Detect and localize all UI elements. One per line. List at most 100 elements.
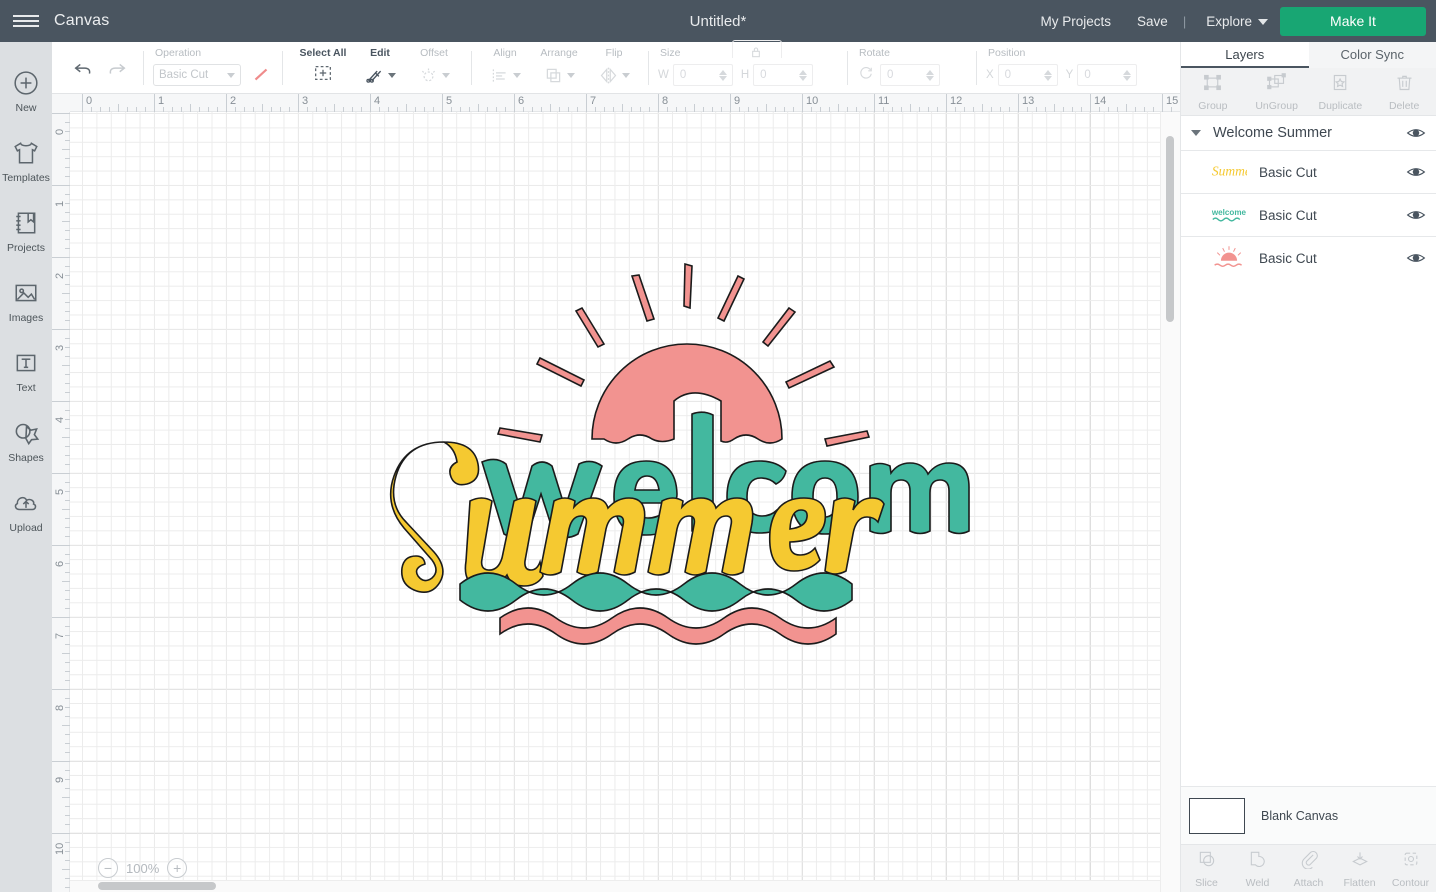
ruler-minor-tick (65, 122, 70, 123)
scissors-pencil-icon[interactable] (360, 65, 400, 86)
ruler-tick-label: 0 (86, 95, 93, 107)
bookmark-book-icon (11, 208, 41, 238)
marquee-plus-icon[interactable] (312, 62, 334, 89)
horizontal-scrollbar-thumb[interactable] (98, 882, 216, 890)
hamburger-icon[interactable] (0, 0, 52, 42)
ruler-minor-tick (622, 104, 623, 112)
eye-icon[interactable] (1406, 248, 1426, 268)
rotate-icon[interactable] (857, 64, 875, 87)
ruler-minor-tick (62, 149, 70, 150)
ruler-minor-tick (65, 419, 70, 420)
canvas-color-swatch[interactable] (1189, 797, 1245, 834)
blank-canvas-row[interactable]: Blank Canvas (1181, 786, 1436, 844)
align-label: Align (493, 47, 517, 59)
x-stepper[interactable] (1043, 69, 1052, 81)
blank-canvas-label: Blank Canvas (1261, 808, 1339, 823)
width-stepper[interactable] (718, 69, 727, 81)
ruler-minor-tick (811, 107, 812, 112)
ruler-minor-tick (65, 158, 70, 159)
rail-item-images[interactable]: Images (0, 266, 52, 336)
y-stepper[interactable] (1123, 69, 1132, 81)
duplicate-button[interactable]: Duplicate (1309, 68, 1373, 115)
ruler-major-tick (154, 94, 155, 112)
layer-name: Basic Cut (1259, 250, 1317, 266)
eye-icon[interactable] (1406, 123, 1426, 143)
artwork-welcome-summer[interactable] (352, 254, 972, 654)
table-row[interactable]: Basic Cut (1181, 236, 1436, 279)
delete-button[interactable]: Delete (1372, 68, 1436, 115)
rail-item-projects[interactable]: Projects (0, 196, 52, 266)
upload-cloud-icon (11, 488, 41, 518)
ruler-minor-tick (568, 107, 569, 112)
eye-icon[interactable] (1406, 162, 1426, 182)
ruler-tick-label: 13 (1022, 95, 1035, 107)
rail-item-upload[interactable]: Upload (0, 476, 52, 546)
arrange-group: Arrange (529, 42, 589, 89)
layer-group-header[interactable]: Welcome Summer (1181, 116, 1436, 150)
weld-button[interactable]: Weld (1232, 845, 1283, 892)
position-group: Position X 0 Y 0 (986, 42, 1166, 89)
flip-horizontal-icon[interactable] (594, 65, 634, 86)
ruler-minor-tick (65, 266, 70, 267)
vertical-scrollbar-track[interactable] (1160, 112, 1180, 892)
ruler-minor-tick (65, 455, 70, 456)
ruler-minor-tick (127, 107, 128, 112)
my-projects-link[interactable]: My Projects (1028, 14, 1125, 29)
rotate-stepper[interactable] (926, 69, 934, 81)
height-stepper[interactable] (799, 69, 808, 81)
rail-item-text[interactable]: Text (0, 336, 52, 406)
rail-item-new[interactable]: New (0, 56, 52, 126)
tab-layers[interactable]: Layers (1181, 42, 1309, 68)
ruler-minor-tick (352, 107, 353, 112)
redo-arrow-icon[interactable] (100, 54, 134, 84)
flatten-button[interactable]: Flatten (1334, 845, 1385, 892)
layers-stack-icon[interactable] (539, 65, 579, 86)
ruler-major-tick (52, 761, 70, 762)
ruler-minor-tick (65, 500, 70, 501)
triangle-down-icon[interactable] (1191, 130, 1201, 136)
ruler-minor-tick (541, 107, 542, 112)
ruler-minor-tick (244, 107, 245, 112)
toolbar-divider (282, 51, 283, 85)
undo-arrow-icon[interactable] (66, 54, 100, 84)
ruler-minor-tick (65, 527, 70, 528)
ruler-major-tick (52, 545, 70, 546)
rail-item-shapes[interactable]: Shapes (0, 406, 52, 476)
slice-button[interactable]: Slice (1181, 845, 1232, 892)
ruler-minor-tick (62, 869, 70, 870)
machine-selector[interactable]: Explore (1188, 14, 1280, 29)
ruler-minor-tick (65, 176, 70, 177)
ruler-minor-tick (199, 107, 200, 112)
make-it-button[interactable]: Make It (1280, 6, 1426, 36)
operation-select[interactable]: Basic Cut (153, 64, 241, 86)
design-canvas[interactable]: 0 1 2 3 4 5 6 7 8 9 10 11 12 13 14 15 0 1 2 3 4 5 6 7 8 9 10 − 10… (52, 94, 1180, 892)
save-button[interactable]: Save (1124, 14, 1181, 29)
align-left-icon[interactable] (485, 65, 525, 86)
ruler-tick-label: 11 (878, 95, 890, 107)
attach-button[interactable]: Attach (1283, 845, 1334, 892)
tab-color-sync[interactable]: Color Sync (1309, 42, 1436, 68)
ruler-minor-tick (65, 338, 70, 339)
lock-icon[interactable] (748, 44, 764, 65)
table-row[interactable]: welcome Basic Cut (1181, 193, 1436, 236)
chevron-down-icon (622, 72, 630, 78)
ruler-minor-tick (65, 563, 70, 564)
vertical-scrollbar-thumb[interactable] (1166, 136, 1174, 322)
rail-item-templates[interactable]: Templates (0, 126, 52, 196)
ungroup-button[interactable]: UnGroup (1245, 68, 1309, 115)
table-row[interactable]: Summer Basic Cut (1181, 150, 1436, 193)
ruler-minor-tick (65, 356, 70, 357)
horizontal-scrollbar-track[interactable] (70, 880, 1180, 892)
flip-group: Flip (589, 42, 639, 89)
duplicate-icon (1330, 72, 1351, 98)
minus-circle-icon[interactable]: − (98, 858, 118, 878)
offset-glow-icon[interactable] (414, 65, 454, 86)
line-stroke-icon[interactable] (249, 64, 273, 86)
contour-button[interactable]: Contour (1385, 845, 1436, 892)
ruler-minor-tick (65, 212, 70, 213)
ruler-major-tick (874, 94, 875, 112)
plus-circle-icon[interactable]: + (167, 858, 188, 878)
group-button[interactable]: Group (1181, 68, 1245, 115)
eye-icon[interactable] (1406, 205, 1426, 225)
ruler-minor-tick (271, 107, 272, 112)
